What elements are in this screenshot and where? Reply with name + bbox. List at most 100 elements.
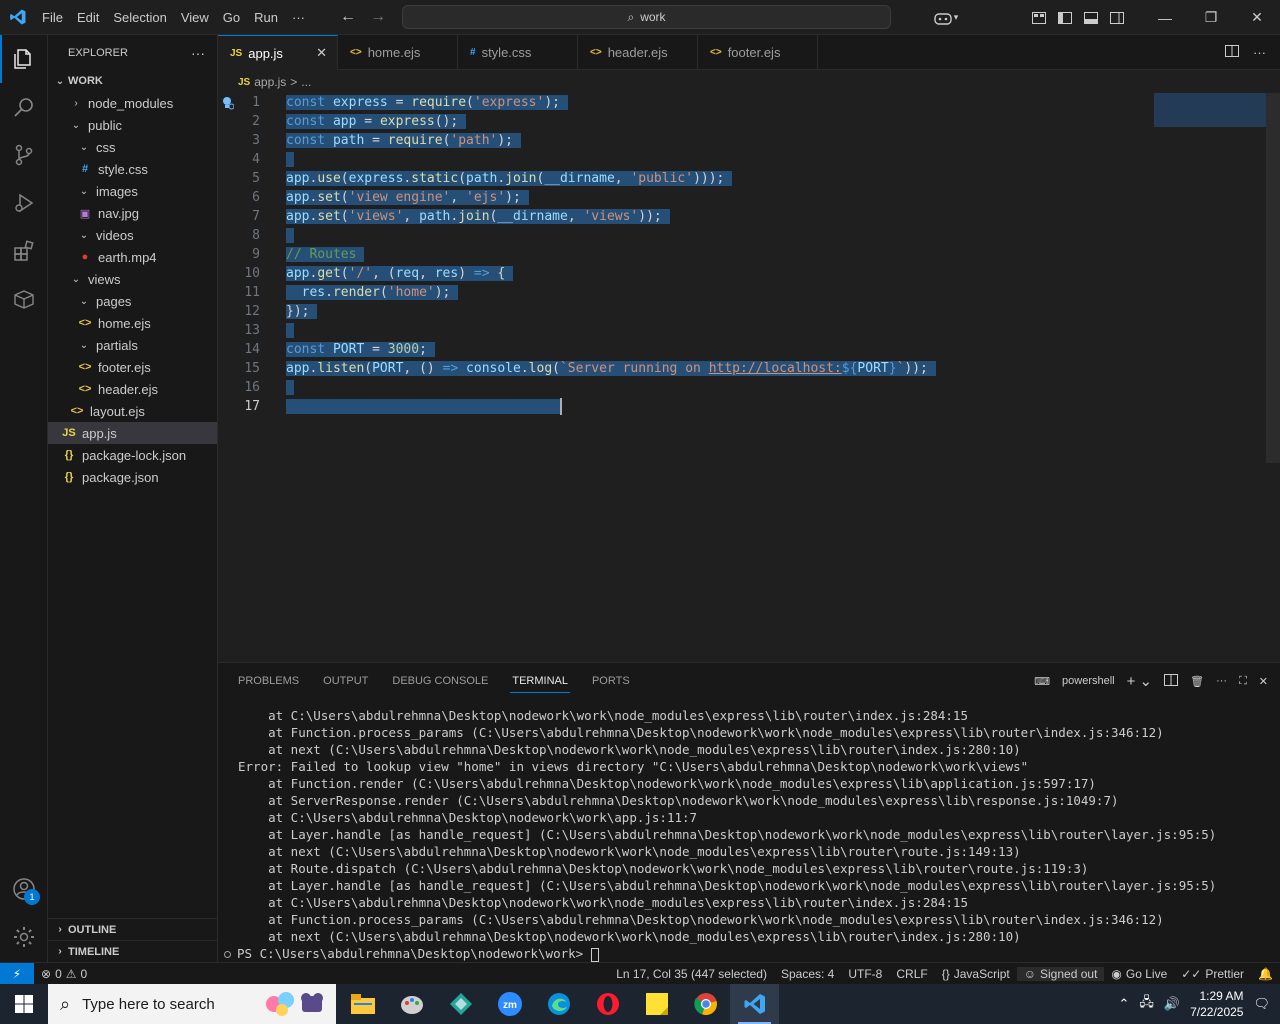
go-live-button[interactable]: ◉ Go Live bbox=[1104, 967, 1174, 981]
command-center-search[interactable]: ⌕ work bbox=[402, 5, 891, 29]
split-editor-icon[interactable] bbox=[1225, 45, 1239, 60]
encoding[interactable]: UTF-8 bbox=[841, 967, 889, 981]
panel-tab[interactable]: PROBLEMS bbox=[226, 663, 311, 699]
accounts-icon[interactable]: 1 bbox=[0, 865, 48, 913]
file-item[interactable]: ▣ nav.jpg bbox=[48, 202, 217, 224]
folder-item[interactable]: ⌄ public bbox=[48, 114, 217, 136]
editor-tab[interactable]: <> home.ejs bbox=[338, 35, 458, 70]
outline-section[interactable]: › OUTLINE bbox=[48, 918, 218, 940]
explorer-more-icon[interactable]: ··· bbox=[191, 45, 205, 61]
breadcrumb-file[interactable]: app.js bbox=[254, 75, 286, 89]
terminal-output[interactable]: at C:\Users\abdulrehmna\Desktop\nodework… bbox=[224, 707, 1216, 962]
taskbar-search[interactable]: ⌕ Type here to search bbox=[48, 984, 336, 1024]
folder-item[interactable]: ⌄ views bbox=[48, 268, 217, 290]
editor-tab[interactable]: <> footer.ejs bbox=[698, 35, 818, 70]
file-item[interactable]: JS app.js bbox=[48, 422, 217, 444]
restore-button[interactable]: ❐ bbox=[1188, 0, 1234, 35]
menu-item[interactable]: Run bbox=[247, 0, 285, 35]
minimap[interactable] bbox=[1154, 93, 1266, 127]
menu-item[interactable]: File bbox=[35, 0, 70, 35]
customize-layout-icon[interactable] bbox=[1026, 0, 1052, 35]
close-window-button[interactable]: ✕ bbox=[1234, 0, 1280, 35]
folder-item[interactable]: › node_modules bbox=[48, 92, 217, 114]
panel-tab[interactable]: PORTS bbox=[580, 663, 642, 699]
line-endings[interactable]: CRLF bbox=[889, 967, 934, 981]
file-item[interactable]: <> header.ejs bbox=[48, 378, 217, 400]
remote-explorer-icon[interactable] bbox=[0, 275, 48, 323]
terminal-prompt-line[interactable]: PS C:\Users\abdulrehmna\Desktop\nodework… bbox=[224, 945, 1216, 962]
menu-item[interactable]: Edit bbox=[70, 0, 106, 35]
timeline-section[interactable]: › TIMELINE bbox=[48, 940, 218, 962]
toggle-sidebar-icon[interactable] bbox=[1052, 0, 1078, 35]
close-tab-icon[interactable]: ✕ bbox=[316, 45, 327, 61]
search-view-icon[interactable] bbox=[0, 83, 48, 131]
file-item[interactable]: <> layout.ejs bbox=[48, 400, 217, 422]
editor-tab[interactable]: # style.css bbox=[458, 35, 578, 70]
folder-item[interactable]: ⌄ css bbox=[48, 136, 217, 158]
folder-item[interactable]: ⌄ pages bbox=[48, 290, 217, 312]
tray-overflow-chevron-icon[interactable]: ⌃ bbox=[1119, 996, 1130, 1012]
forward-arrow-icon[interactable]: → bbox=[370, 8, 386, 26]
notifications-bell-icon[interactable]: 🔔 bbox=[1251, 967, 1280, 981]
cursor-position[interactable]: Ln 17, Col 35 (447 selected) bbox=[609, 967, 774, 981]
volume-icon[interactable]: 🔊 bbox=[1164, 996, 1180, 1012]
toggle-panel-icon[interactable] bbox=[1078, 0, 1104, 35]
more-actions-icon[interactable]: ··· bbox=[1253, 45, 1266, 60]
chrome-browser-icon[interactable] bbox=[681, 984, 730, 1024]
terminal-shell-name[interactable]: powershell bbox=[1062, 675, 1115, 687]
language-mode[interactable]: {} JavaScript bbox=[935, 967, 1017, 981]
workspace-root[interactable]: ⌄ WORK bbox=[48, 70, 217, 92]
file-item[interactable]: {} package-lock.json bbox=[48, 444, 217, 466]
prettier-status[interactable]: ✓✓ Prettier bbox=[1174, 967, 1251, 981]
remote-indicator-icon[interactable]: ⚡ bbox=[0, 962, 34, 985]
kill-terminal-icon[interactable]: 🗑 bbox=[1190, 675, 1204, 688]
folder-item[interactable]: ⌄ videos bbox=[48, 224, 217, 246]
opera-browser-icon[interactable] bbox=[583, 984, 632, 1024]
extensions-icon[interactable] bbox=[0, 227, 48, 275]
account-status[interactable]: ☺ Signed out bbox=[1016, 966, 1105, 981]
indentation[interactable]: Spaces: 4 bbox=[774, 967, 841, 981]
vscode-app-icon[interactable] bbox=[730, 984, 779, 1024]
editor-scrollbar[interactable] bbox=[1266, 93, 1280, 463]
editor-tab[interactable]: JS app.js ✕ bbox=[218, 35, 338, 70]
notification-center-icon[interactable]: 🗨 bbox=[1253, 996, 1270, 1012]
back-arrow-icon[interactable]: ← bbox=[340, 8, 356, 26]
panel-tab[interactable]: TERMINAL bbox=[500, 663, 580, 699]
file-explorer-app-icon[interactable] bbox=[338, 984, 387, 1024]
windows-start-icon[interactable] bbox=[0, 984, 48, 1024]
panel-tab[interactable]: DEBUG CONSOLE bbox=[380, 663, 500, 699]
explorer-icon[interactable] bbox=[0, 35, 48, 83]
panel-tab[interactable]: OUTPUT bbox=[311, 663, 380, 699]
file-item[interactable]: {} package.json bbox=[48, 466, 217, 488]
minimize-button[interactable]: — bbox=[1142, 0, 1188, 35]
close-panel-icon[interactable]: ✕ bbox=[1259, 675, 1268, 688]
file-item[interactable]: ● earth.mp4 bbox=[48, 246, 217, 268]
manage-gear-icon[interactable] bbox=[0, 913, 48, 961]
menu-item[interactable]: Selection bbox=[106, 0, 173, 35]
run-debug-icon[interactable] bbox=[0, 179, 48, 227]
zoom-app-icon[interactable]: zm bbox=[485, 984, 534, 1024]
folder-item[interactable]: ⌄ partials bbox=[48, 334, 217, 356]
toggle-secondary-sidebar-icon[interactable] bbox=[1104, 0, 1130, 35]
code-editor[interactable]: 1 const express = require('express'); 2 co… bbox=[218, 93, 1280, 662]
problems-indicator[interactable]: ⊗ 0 ⚠ 0 bbox=[34, 967, 94, 981]
panel-more-icon[interactable]: ··· bbox=[1216, 675, 1227, 687]
file-item[interactable]: # style.css bbox=[48, 158, 217, 180]
menu-item[interactable]: Go bbox=[216, 0, 247, 35]
source-control-icon[interactable] bbox=[0, 131, 48, 179]
app-diamond-icon[interactable] bbox=[436, 984, 485, 1024]
edge-browser-icon[interactable] bbox=[534, 984, 583, 1024]
copilot-icon[interactable]: ▾ bbox=[926, 0, 966, 35]
breadcrumb-more[interactable]: ... bbox=[301, 75, 311, 89]
network-icon[interactable]: 🖧 bbox=[1139, 993, 1154, 1015]
sticky-notes-icon[interactable] bbox=[632, 984, 681, 1024]
clock[interactable]: 1:29 AM 7/22/2025 bbox=[1190, 988, 1243, 1020]
menu-item[interactable]: ··· bbox=[285, 0, 312, 35]
maximize-panel-icon[interactable]: ⛶ bbox=[1239, 675, 1247, 688]
file-item[interactable]: <> home.ejs bbox=[48, 312, 217, 334]
file-item[interactable]: <> footer.ejs bbox=[48, 356, 217, 378]
paint-app-icon[interactable] bbox=[387, 984, 436, 1024]
folder-item[interactable]: ⌄ images bbox=[48, 180, 217, 202]
new-terminal-icon[interactable]: + ⌄ bbox=[1127, 672, 1153, 690]
menu-item[interactable]: View bbox=[174, 0, 216, 35]
